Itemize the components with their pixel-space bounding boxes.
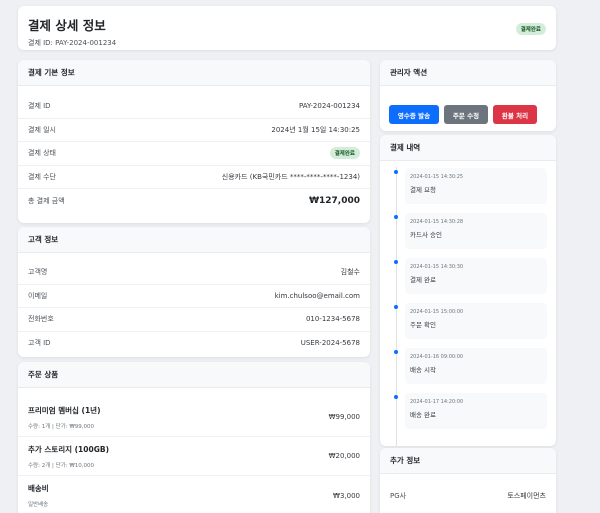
status-badge: 결제완료 <box>515 23 546 35</box>
customer-row-name: 고객명 김철수 <box>18 261 370 285</box>
info-row-total-amount: 총 결제 금액 ₩127,000 <box>18 189 370 213</box>
admin-actions-card: 관리자 액션 영수증 발송 주문 수정 환불 처리 <box>380 60 556 131</box>
payment-status-badge: 결제완료 <box>329 147 360 160</box>
timeline-text: 카드사 승인 <box>410 231 442 239</box>
extra-row-pg: PG사 토스페이먼츠 <box>380 484 556 508</box>
timeline-text: 주문 확인 <box>410 321 436 329</box>
timeline-dot <box>394 170 398 174</box>
info-label: 총 결제 금액 <box>28 196 65 205</box>
product-detail: 수량: 2개 | 단가: ₩10,000 <box>28 462 95 469</box>
page-header: 결제 상세 정보 결제 ID: PAY-2024-001234 결제완료 <box>18 6 556 50</box>
info-value: 010-1234-5678 <box>305 315 360 324</box>
send-receipt-button[interactable]: 영수증 발송 <box>389 105 439 124</box>
payment-history-title: 결제 내역 <box>380 135 556 161</box>
info-label: 고객 ID <box>28 339 51 348</box>
product-detail: 일반배송 <box>28 502 49 508</box>
total-amount: ₩127,000 <box>309 195 360 206</box>
timeline-item: 2024-01-16 09:00:00 배송 시작 <box>394 348 547 384</box>
customer-info-title: 고객 정보 <box>18 227 370 253</box>
timeline-time: 2024-01-17 14:20:00 <box>410 399 464 405</box>
timeline-item: 2024-01-15 14:30:25 결제 요청 <box>394 168 547 204</box>
info-row-payment-method: 결제 수단 신용카드 (KB국민카드 ****-****-****-1234) <box>18 166 370 189</box>
info-row-payment-date: 결제 일시 2024년 1월 15일 14:30:25 <box>18 119 370 142</box>
product-price: ₩20,000 <box>328 452 360 460</box>
admin-actions-title: 관리자 액션 <box>380 60 556 86</box>
info-value: kim.chulsoo@email.com <box>274 291 360 300</box>
timeline-time: 2024-01-15 15:00:00 <box>410 309 464 315</box>
timeline-text: 결제 완료 <box>410 276 436 284</box>
info-label: 결제 일시 <box>28 125 56 134</box>
basic-info-card: 결제 기본 정보 결제 ID PAY-2024-001234 결제 일시 202… <box>18 60 370 223</box>
info-label: 전화번호 <box>28 315 54 324</box>
order-products-card: 주문 상품 프리미엄 멤버십 (1년) 수량: 1개 | 단가: ₩99,000… <box>18 362 370 513</box>
product-name: 프리미엄 멤버십 (1년) <box>28 405 101 415</box>
info-label: 고객명 <box>28 268 48 277</box>
timeline-item: 2024-01-17 14:20:00 배송 완료 <box>394 393 547 429</box>
timeline-dot <box>394 350 398 354</box>
timeline-dot <box>394 395 398 399</box>
info-value: 토스페이먼츠 <box>507 491 546 500</box>
payment-history-card: 결제 내역 2024-01-15 14:30:25 결제 요청 2024-01-… <box>380 135 556 446</box>
payment-id-subtitle: 결제 ID: PAY-2024-001234 <box>28 39 117 47</box>
info-value: 2024년 1월 15일 14:30:25 <box>271 125 360 134</box>
additional-info-title: 추가 정보 <box>380 448 556 474</box>
timeline-text: 결제 요청 <box>410 186 436 194</box>
timeline-dot <box>394 305 398 309</box>
customer-info-card: 고객 정보 고객명 김철수 이메일 kim.chulsoo@email.com … <box>18 227 370 357</box>
product-detail: 수량: 1개 | 단가: ₩99,000 <box>28 423 95 430</box>
timeline-dot <box>394 215 398 219</box>
timeline-text: 배송 시작 <box>410 366 436 374</box>
product-name: 배송비 <box>28 484 49 493</box>
timeline-time: 2024-01-15 14:30:25 <box>410 174 464 180</box>
timeline-time: 2024-01-15 14:30:28 <box>410 219 464 225</box>
timeline-item: 2024-01-15 14:30:28 카드사 승인 <box>394 213 547 249</box>
info-label: PG사 <box>390 491 407 500</box>
info-value: USER-2024-5678 <box>300 339 360 348</box>
info-row-payment-id: 결제 ID PAY-2024-001234 <box>18 95 370 119</box>
product-price: ₩3,000 <box>333 491 360 500</box>
customer-row-phone: 전화번호 010-1234-5678 <box>18 308 370 332</box>
info-label: 결제 ID <box>28 102 51 111</box>
info-label: 결제 상태 <box>28 149 56 158</box>
customer-row-email: 이메일 kim.chulsoo@email.com <box>18 285 370 308</box>
info-value: 신용카드 (KB국민카드 ****-****-****-1234) <box>221 172 360 181</box>
timeline-text: 배송 완료 <box>410 411 436 419</box>
timeline-item: 2024-01-15 14:30:30 결제 완료 <box>394 258 547 294</box>
info-label: 이메일 <box>28 291 48 300</box>
product-item: 프리미엄 멤버십 (1년) 수량: 1개 | 단가: ₩99,000 ₩99,0… <box>18 398 370 437</box>
customer-row-id: 고객 ID USER-2024-5678 <box>18 332 370 356</box>
info-value: PAY-2024-001234 <box>298 102 360 111</box>
timeline-time: 2024-01-15 14:30:30 <box>410 264 464 270</box>
timeline-item: 2024-01-15 15:00:00 주문 확인 <box>394 303 547 339</box>
product-item: 추가 스토리지 (100GB) 수량: 2개 | 단가: ₩10,000 ₩20… <box>18 437 370 476</box>
info-row-payment-status: 결제 상태 결제완료 <box>18 142 370 166</box>
page-title: 결제 상세 정보 <box>28 18 106 33</box>
product-price: ₩99,000 <box>328 413 360 421</box>
order-products-title: 주문 상품 <box>18 362 370 388</box>
refund-button[interactable]: 환불 처리 <box>493 105 537 124</box>
product-name: 추가 스토리지 (100GB) <box>28 444 110 454</box>
info-label: 결제 수단 <box>28 172 56 181</box>
additional-info-card: 추가 정보 PG사 토스페이먼츠 <box>380 448 556 513</box>
product-item: 배송비 일반배송 ₩3,000 <box>18 476 370 513</box>
timeline-dot <box>394 260 398 264</box>
info-value: 김철수 <box>340 268 360 277</box>
basic-info-title: 결제 기본 정보 <box>18 60 370 86</box>
edit-order-button[interactable]: 주문 수정 <box>444 105 488 124</box>
timeline-time: 2024-01-16 09:00:00 <box>410 354 464 360</box>
